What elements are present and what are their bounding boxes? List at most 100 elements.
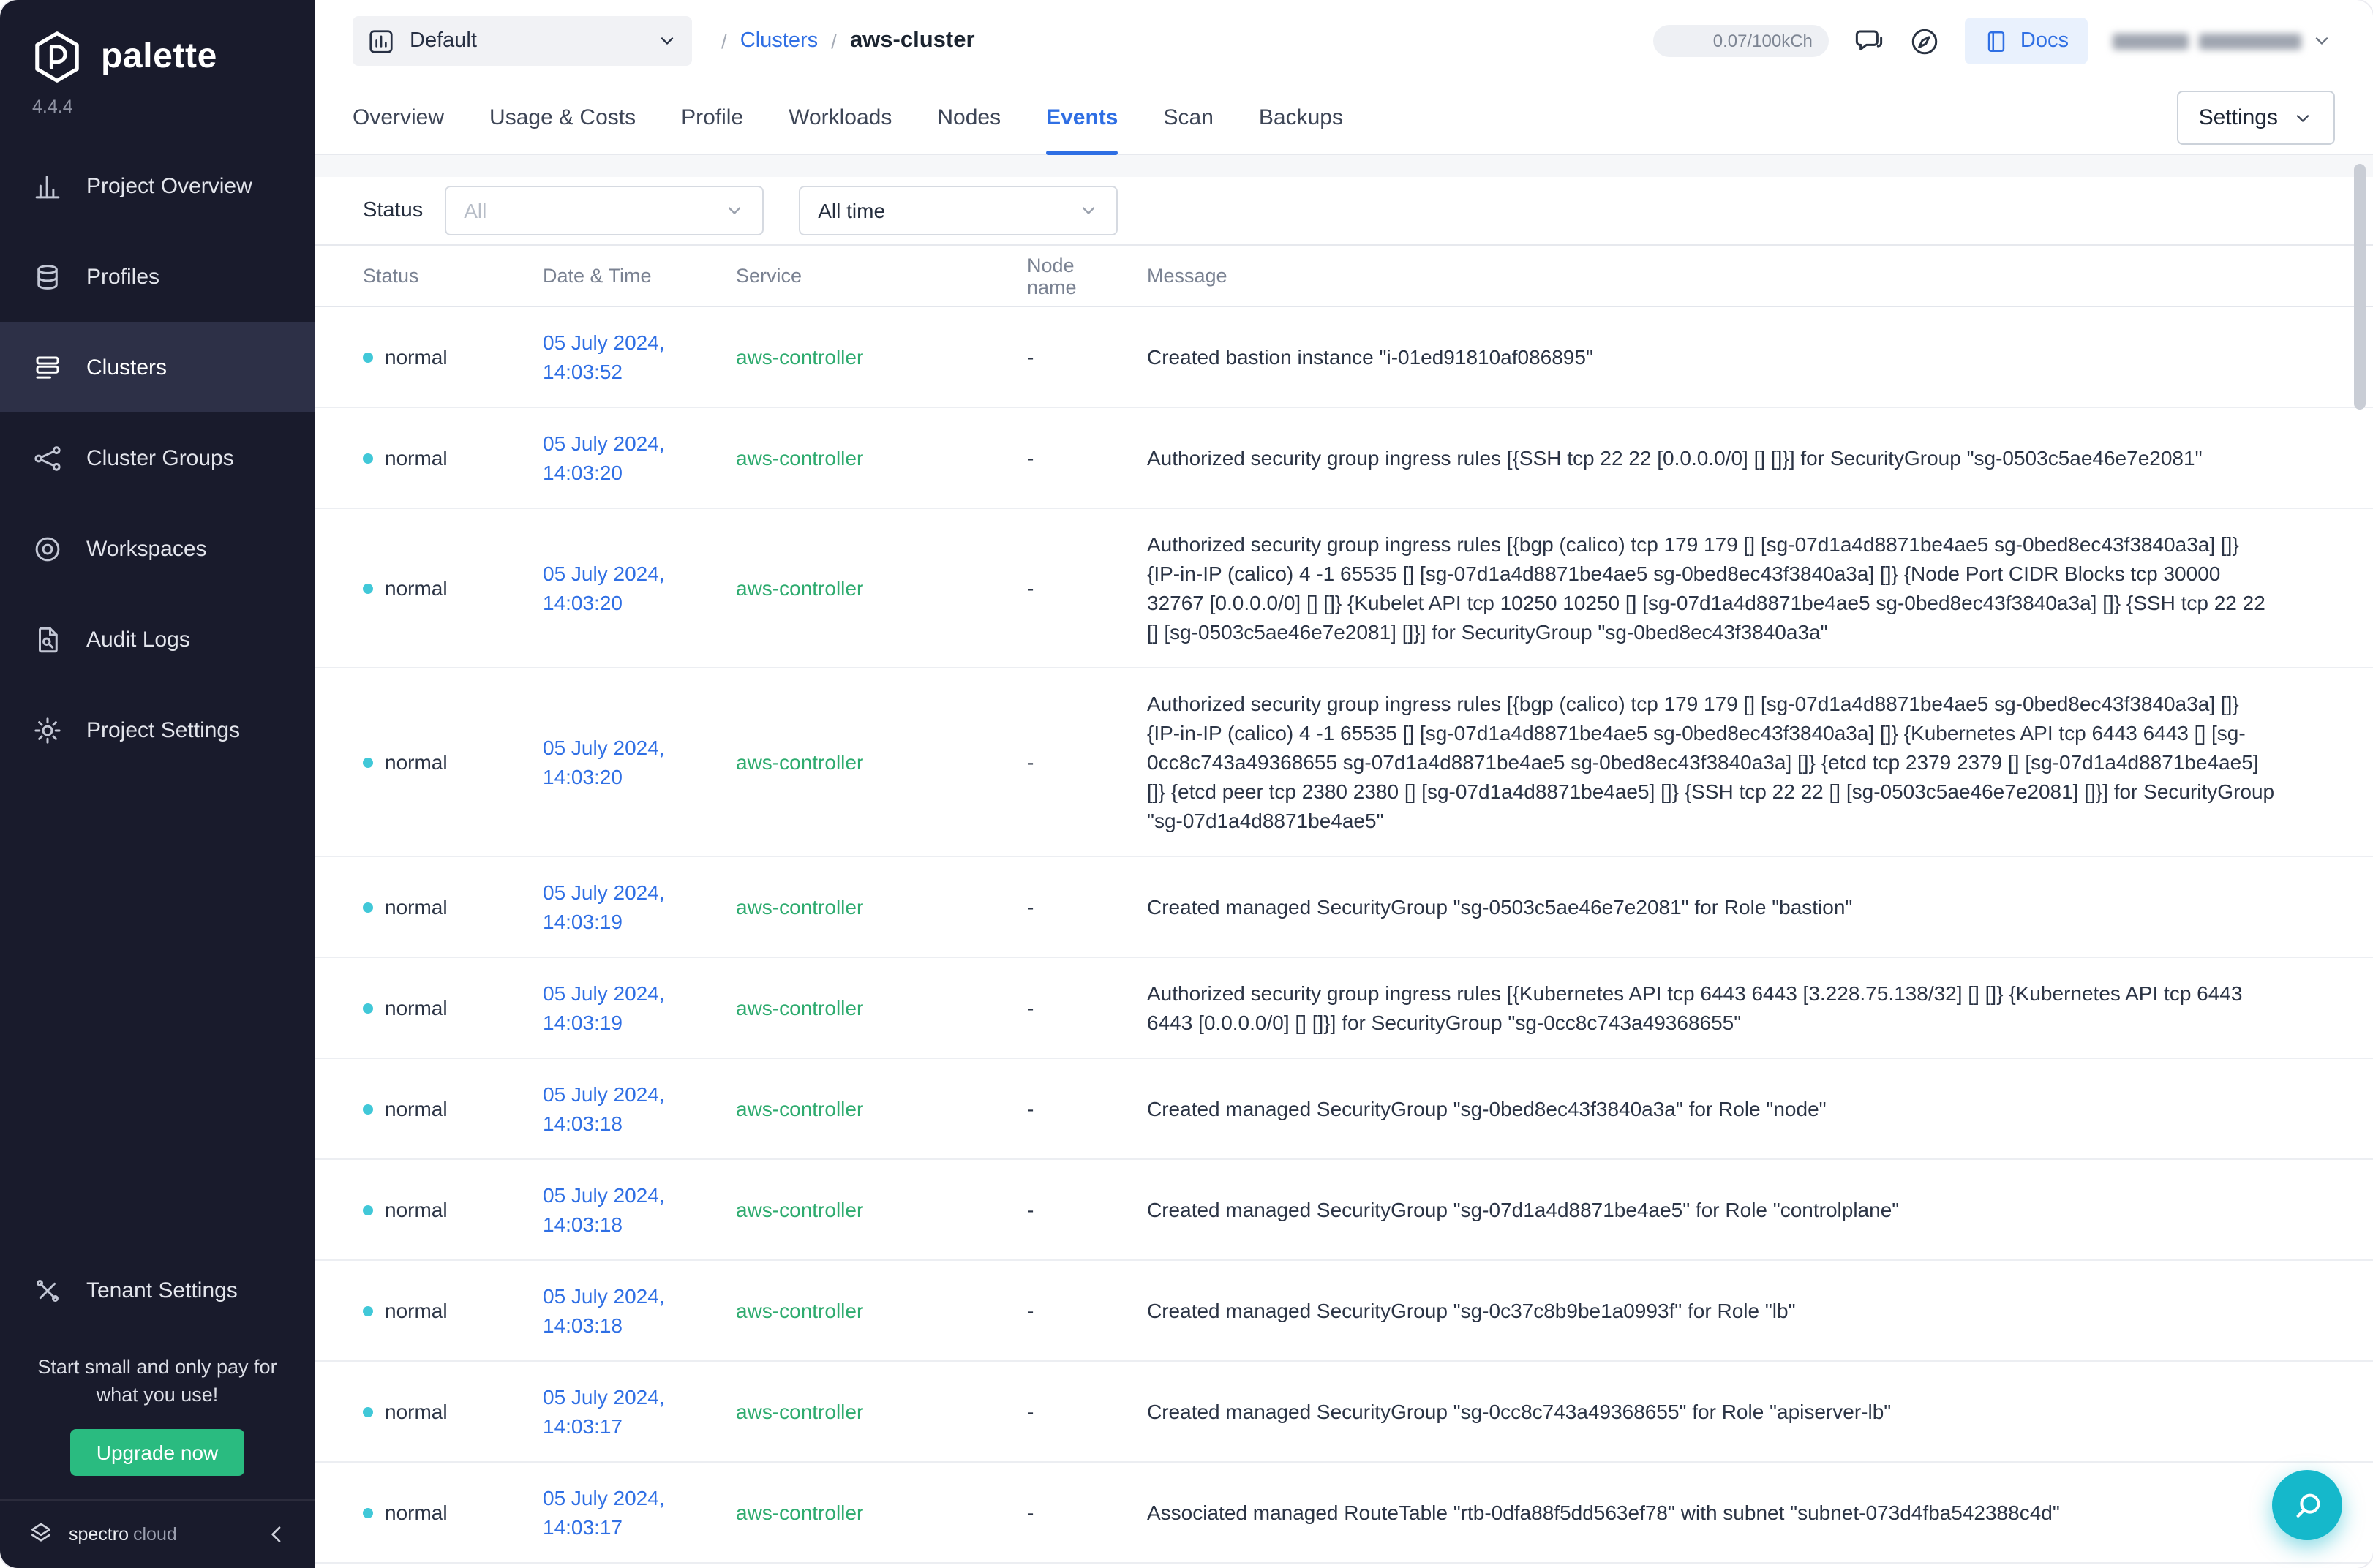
project-chart-icon: [367, 27, 395, 55]
status-dot-icon: [363, 902, 373, 912]
date-label: 05 July 2024,: [543, 878, 712, 907]
date-label: 05 July 2024,: [543, 429, 712, 458]
project-selector[interactable]: Default: [353, 16, 692, 66]
app-window: palette 4.4.4 Project Overview Profiles …: [0, 0, 2373, 1568]
sidebar-item-project-overview[interactable]: Project Overview: [0, 140, 315, 231]
user-menu[interactable]: [2113, 31, 2335, 51]
time-range-value: All time: [818, 199, 885, 222]
tab[interactable]: Profile: [681, 82, 743, 154]
sidebar-item-label: Tenant Settings: [86, 1278, 238, 1303]
docs-button[interactable]: Docs: [1965, 18, 2088, 64]
page-gap: [315, 155, 2373, 177]
settings-button[interactable]: Settings: [2177, 91, 2335, 145]
status-cell: normal: [363, 322, 543, 392]
date-time-cell: 05 July 2024, 14:03:18: [543, 1261, 736, 1360]
sidebar-item-clusters[interactable]: Clusters: [0, 322, 315, 412]
tools-icon: [32, 1275, 63, 1305]
status-label: normal: [385, 892, 448, 921]
brand: palette: [0, 0, 315, 88]
time-range-select[interactable]: All time: [799, 186, 1118, 235]
date-time-cell: 05 July 2024, 14:03:18: [543, 1059, 736, 1158]
status-cell: normal: [363, 1477, 543, 1548]
status-cell: normal: [363, 727, 543, 797]
tab-label: Backups: [1259, 105, 1343, 130]
sidebar-nav: Project Overview Profiles Clusters Clust…: [0, 140, 315, 775]
status-label: normal: [385, 443, 448, 472]
status-label: normal: [385, 1498, 448, 1527]
date-time-cell: 05 July 2024, 14:03:17: [543, 1362, 736, 1461]
explore-button[interactable]: [1909, 26, 1940, 56]
status-cell: normal: [363, 1376, 543, 1447]
breadcrumb-clusters-link[interactable]: Clusters: [740, 29, 818, 53]
breadcrumb-separator: /: [831, 29, 837, 53]
status-filter-select[interactable]: All: [445, 186, 764, 235]
sidebar-collapse-button[interactable]: [265, 1523, 288, 1546]
service-cell: aws-controller: [736, 553, 1027, 623]
upgrade-now-button[interactable]: Upgrade now: [70, 1429, 245, 1476]
tab-label: Workloads: [789, 105, 892, 130]
cluster-list-icon: [32, 352, 63, 382]
chevron-down-icon: [1078, 200, 1099, 221]
audit-doc-icon: [32, 624, 63, 655]
table-row: normal 05 July 2024, 14:03:20 aws-contro…: [315, 668, 2373, 857]
network-icon: [32, 442, 63, 473]
table-row: normal 05 July 2024, 14:03:17 aws-contro…: [315, 1362, 2373, 1463]
table-header: Status Date & Time Service Node name Mes…: [315, 246, 2373, 307]
chevron-down-icon: [2293, 108, 2313, 128]
time-label: 14:03:20: [543, 458, 712, 487]
date-label: 05 July 2024,: [543, 559, 712, 588]
service-cell: aws-controller: [736, 423, 1027, 493]
sidebar-item-project-settings[interactable]: Project Settings: [0, 685, 315, 775]
date-time-cell: 05 July 2024, 14:03:19: [543, 958, 736, 1058]
sidebar-item-cluster-groups[interactable]: Cluster Groups: [0, 412, 315, 503]
palette-logo-icon: [29, 29, 85, 85]
date-time-cell: 05 July 2024, 14:03:20: [543, 408, 736, 508]
sidebar-item-audit-logs[interactable]: Audit Logs: [0, 594, 315, 685]
tab-bar: Overview Usage & Costs Profile Workloads…: [315, 82, 2373, 155]
table-row: normal 05 July 2024, 14:03:18 aws-contro…: [315, 1160, 2373, 1261]
status-cell: normal: [363, 1074, 543, 1144]
status-label: normal: [385, 1397, 448, 1426]
tab[interactable]: Workloads: [789, 82, 892, 154]
tab[interactable]: Usage & Costs: [489, 82, 636, 154]
date-time-cell: 05 July 2024, 14:03:19: [543, 857, 736, 957]
book-icon: [1984, 29, 2009, 53]
scrollbar-thumb[interactable]: [2354, 164, 2366, 410]
chat-button[interactable]: [1854, 26, 1884, 56]
chevron-left-icon: [265, 1523, 288, 1546]
tab[interactable]: Backups: [1259, 82, 1343, 154]
date-label: 05 July 2024,: [543, 1180, 712, 1210]
message-cell: Created bastion instance "i-01ed91810af0…: [1147, 322, 2300, 392]
table-row: normal 05 July 2024, 14:03:19 aws-contro…: [315, 958, 2373, 1059]
filters-bar: Status All All time: [315, 177, 2373, 246]
status-dot-icon: [363, 757, 373, 767]
sidebar-item-workspaces[interactable]: Workspaces: [0, 503, 315, 594]
sidebar-bottom: Tenant Settings Start small and only pay…: [0, 1245, 315, 1568]
chat-bubble-icon: [1854, 26, 1884, 56]
compass-icon: [1909, 26, 1940, 56]
sidebar-item-label: Cluster Groups: [86, 445, 234, 470]
status-dot-icon: [363, 1003, 373, 1013]
tab[interactable]: Overview: [353, 82, 444, 154]
redacted-username: [2199, 33, 2301, 49]
status-label: normal: [385, 1094, 448, 1123]
time-label: 14:03:19: [543, 1008, 712, 1037]
message-cell: Created managed SecurityGroup "sg-0c37c8…: [1147, 1275, 2300, 1346]
usage-meter: 0.07/100kCh: [1653, 25, 1829, 57]
help-fab[interactable]: [2272, 1470, 2342, 1540]
tab[interactable]: Nodes: [937, 82, 1001, 154]
tab[interactable]: Scan: [1164, 82, 1214, 154]
time-label: 14:03:19: [543, 907, 712, 936]
status-cell: normal: [363, 423, 543, 493]
date-label: 05 July 2024,: [543, 1079, 712, 1109]
gear-icon: [32, 715, 63, 745]
date-label: 05 July 2024,: [543, 733, 712, 762]
status-filter-label: Status: [363, 199, 423, 222]
status-label: normal: [385, 993, 448, 1022]
sidebar-item-tenant-settings[interactable]: Tenant Settings: [0, 1245, 315, 1335]
status-dot-icon: [363, 352, 373, 362]
time-label: 14:03:18: [543, 1109, 712, 1138]
tab[interactable]: Events: [1046, 82, 1118, 154]
sidebar-item-profiles[interactable]: Profiles: [0, 231, 315, 322]
status-dot-icon: [363, 583, 373, 593]
